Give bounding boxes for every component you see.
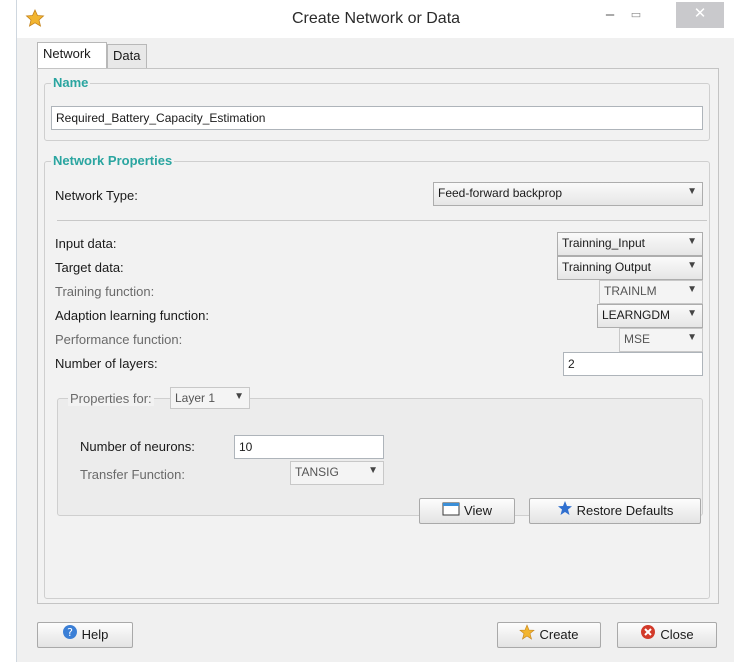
number-of-layers-input[interactable]: 2 xyxy=(563,352,703,376)
input-data-label: Input data: xyxy=(55,236,117,251)
view-icon xyxy=(442,502,460,516)
help-button[interactable]: ? Help xyxy=(37,622,133,648)
adaption-function-label: Adaption learning function: xyxy=(55,308,209,323)
close-label: Close xyxy=(660,627,694,642)
maximize-button[interactable]: ▭ xyxy=(623,4,649,28)
create-star-icon xyxy=(519,624,536,640)
number-of-layers-label: Number of layers: xyxy=(55,356,158,371)
network-type-select[interactable]: Feed-forward backprop ▼ xyxy=(433,182,703,206)
neurons-input[interactable]: 10 xyxy=(234,435,384,459)
restore-star-icon xyxy=(557,501,572,515)
training-function-select[interactable]: TRAINLM ▼ xyxy=(599,280,703,304)
restore-defaults-button[interactable]: Restore Defaults xyxy=(529,498,701,524)
title-bar: Create Network or Data – ▭ ✕ xyxy=(17,0,734,38)
network-type-label: Network Type: xyxy=(55,188,138,203)
transfer-function-select[interactable]: TANSIG ▼ xyxy=(290,461,384,485)
input-data-select[interactable]: Trainning_Input ▼ xyxy=(557,232,703,256)
chevron-down-icon: ▼ xyxy=(687,308,697,319)
svg-text:?: ? xyxy=(67,626,73,639)
create-network-window: Create Network or Data – ▭ ✕ Network Dat… xyxy=(16,0,734,662)
minimize-button[interactable]: – xyxy=(597,4,623,28)
neurons-label: Number of neurons: xyxy=(80,439,195,454)
layer-value: Layer 1 xyxy=(175,391,216,405)
close-circle-icon xyxy=(641,625,656,639)
training-function-value: TRAINLM xyxy=(604,284,657,298)
network-name-input[interactable]: Required_Battery_Capacity_Estimation xyxy=(51,106,703,130)
name-legend: Name xyxy=(51,75,91,90)
view-button[interactable]: View xyxy=(419,498,515,524)
performance-function-value: MSE xyxy=(624,332,651,346)
restore-defaults-label: Restore Defaults xyxy=(576,503,674,518)
performance-function-label: Performance function: xyxy=(55,332,183,347)
transfer-function-value: TANSIG xyxy=(295,465,339,479)
tab-network[interactable]: Network xyxy=(37,42,107,68)
network-properties-legend: Network Properties xyxy=(51,153,175,168)
close-window-button[interactable]: ✕ xyxy=(676,2,724,28)
properties-for-label: Properties for: xyxy=(68,391,154,406)
chevron-down-icon: ▼ xyxy=(234,391,244,402)
target-data-select[interactable]: Trainning Output ▼ xyxy=(557,256,703,280)
chevron-down-icon: ▼ xyxy=(687,186,697,197)
tab-data[interactable]: Data xyxy=(107,44,147,68)
chevron-down-icon: ▼ xyxy=(687,260,697,271)
target-data-value: Trainning Output xyxy=(562,260,651,274)
chevron-down-icon: ▼ xyxy=(368,465,378,476)
target-data-label: Target data: xyxy=(55,260,124,275)
chevron-down-icon: ▼ xyxy=(687,284,697,295)
adaption-function-select[interactable]: LEARNGDM ▼ xyxy=(597,304,703,328)
chevron-down-icon: ▼ xyxy=(687,236,697,247)
layer-select[interactable]: Layer 1 ▼ xyxy=(170,387,250,409)
adaption-function-value: LEARNGDM xyxy=(602,308,671,322)
training-function-label: Training function: xyxy=(55,284,155,299)
help-label: Help xyxy=(81,627,109,642)
performance-function-select[interactable]: MSE ▼ xyxy=(619,328,703,352)
network-properties-group: Network Properties Network Type: Feed-fo… xyxy=(44,153,710,599)
create-button[interactable]: Create xyxy=(497,622,601,648)
input-data-value: Trainning_Input xyxy=(562,236,645,250)
view-label: View xyxy=(464,503,492,518)
transfer-function-label: Transfer Function: xyxy=(80,467,186,482)
chevron-down-icon: ▼ xyxy=(687,332,697,343)
name-group: Name Required_Battery_Capacity_Estimatio… xyxy=(44,75,710,141)
divider xyxy=(57,220,707,221)
help-icon: ? xyxy=(62,625,77,639)
close-button[interactable]: Close xyxy=(617,622,717,648)
network-type-value: Feed-forward backprop xyxy=(438,186,563,200)
create-label: Create xyxy=(539,627,579,642)
